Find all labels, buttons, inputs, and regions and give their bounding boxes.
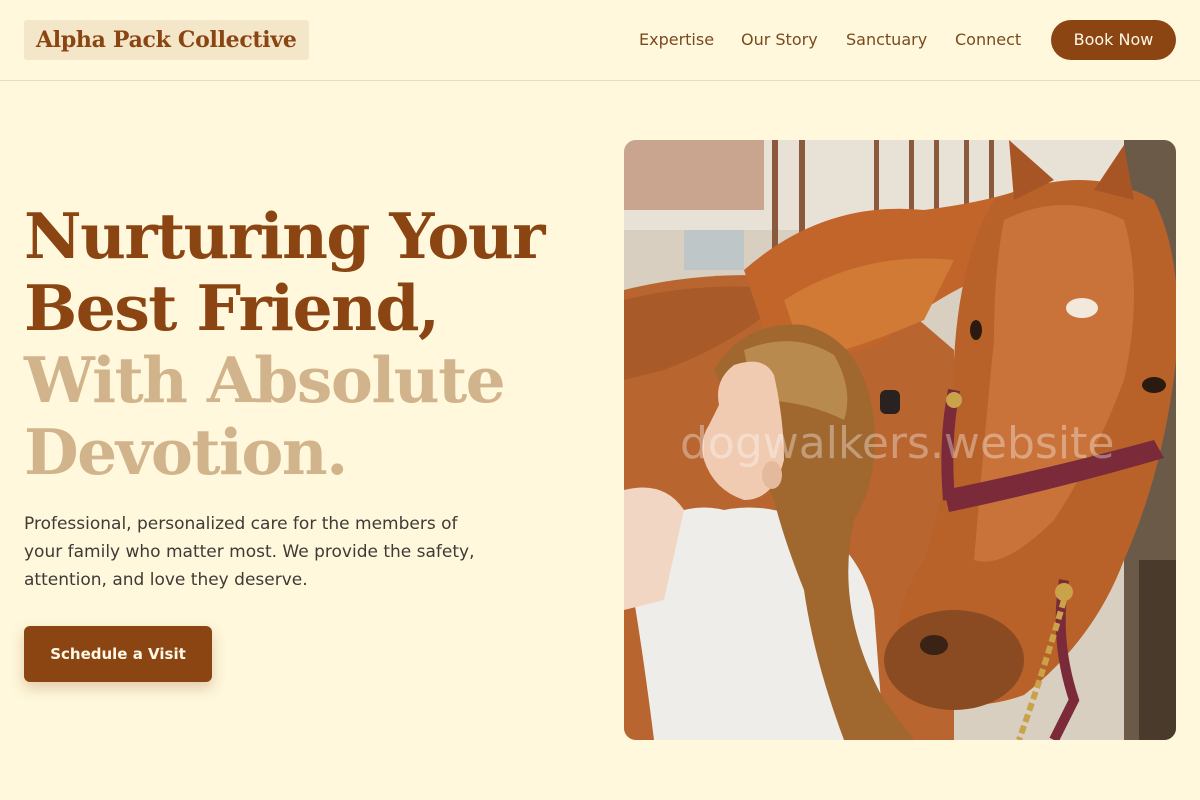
headline-line-4: Devotion. <box>24 415 348 489</box>
schedule-visit-button[interactable]: Schedule a Visit <box>24 626 212 682</box>
site-header: Alpha Pack Collective Expertise Our Stor… <box>0 0 1200 81</box>
nav-link-expertise[interactable]: Expertise <box>639 30 714 49</box>
hero-headline: Nurturing Your Best Friend, With Absolut… <box>24 200 584 488</box>
headline-line-2: Best Friend, <box>24 271 440 345</box>
headline-line-1: Nurturing Your <box>24 199 545 273</box>
hero-subtext: Professional, personalized care for the … <box>24 514 475 590</box>
nav-link-our-story[interactable]: Our Story <box>741 30 818 49</box>
logo[interactable]: Alpha Pack Collective <box>24 20 309 60</box>
nav-link-sanctuary[interactable]: Sanctuary <box>846 30 927 49</box>
headline-line-3: With Absolute <box>24 343 506 417</box>
hero-image-horse-and-caretaker <box>624 140 1176 740</box>
book-now-button[interactable]: Book Now <box>1051 20 1176 60</box>
nav-link-connect[interactable]: Connect <box>955 30 1021 49</box>
